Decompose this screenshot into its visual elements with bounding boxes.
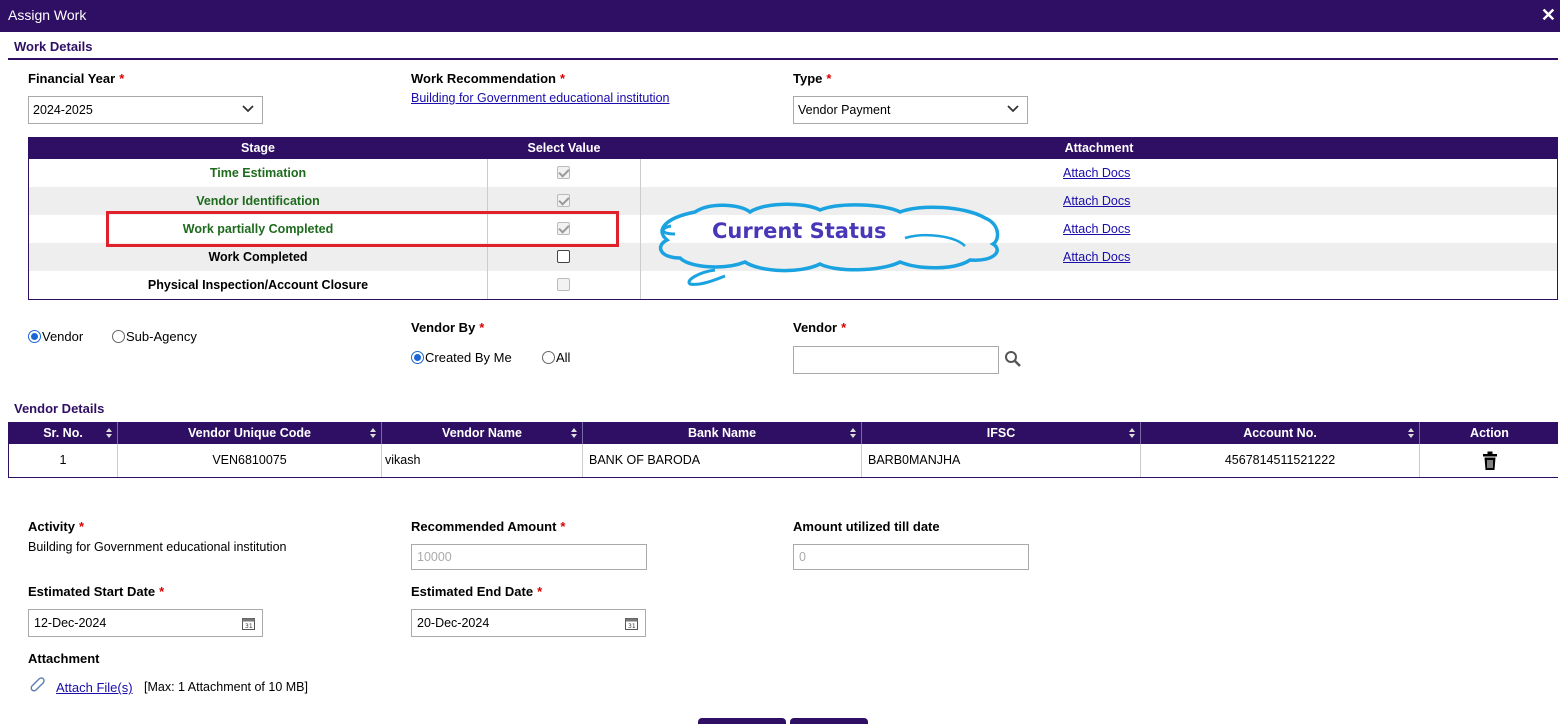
amount-utilized-label: Amount utilized till date [793, 519, 940, 534]
attach-docs-link[interactable]: Attach Docs [1063, 159, 1130, 187]
col-attachment: Attachment [1064, 141, 1134, 155]
stage-label: Time Estimation [209, 166, 307, 180]
financial-year-select[interactable]: 2024-2025 [28, 96, 263, 124]
vendor-details-title: Vendor Details [14, 401, 105, 416]
paperclip-icon [30, 677, 45, 692]
col-bank-name[interactable]: Bank Name [583, 422, 862, 444]
sort-icon [370, 428, 376, 438]
window-titlebar: Assign Work ✕ [0, 0, 1560, 32]
cell-code: VEN6810075 [118, 444, 382, 477]
col-ifsc[interactable]: IFSC [862, 422, 1141, 444]
financial-year-label: Financial Year * [28, 71, 125, 86]
sort-icon [850, 428, 856, 438]
cell-account: 4567814511521222 [1141, 444, 1420, 477]
end-date-value: 20-Dec-2024 [417, 616, 490, 630]
work-recommendation-label: Work Recommendation * [411, 71, 566, 86]
start-date-label: Estimated Start Date * [28, 584, 165, 599]
col-stage: Stage [240, 141, 276, 155]
footer-button[interactable] [790, 718, 868, 724]
cell-bank: BANK OF BARODA [583, 444, 862, 477]
stage-checkbox [557, 166, 570, 179]
vendor-label: Vendor * [793, 320, 847, 335]
vendor-table-header: Sr. No. Vendor Unique Code Vendor Name B… [9, 422, 1558, 444]
activity-label: Activity * [28, 519, 85, 534]
cloud-annotation [658, 202, 1000, 286]
sort-icon [1129, 428, 1135, 438]
radio-vendor[interactable] [28, 330, 41, 343]
sort-icon [571, 428, 577, 438]
stage-table-header: Stage Select Value Attachment [29, 138, 1557, 159]
vendor-input[interactable] [793, 346, 999, 374]
stage-row: Time Estimation Attach Docs [29, 159, 1557, 187]
section-divider [8, 58, 1558, 60]
cell-name: vikash [382, 444, 583, 477]
svg-text:31: 31 [628, 623, 636, 630]
end-date-label: Estimated End Date * [411, 584, 543, 599]
recommended-amount-input: 10000 [411, 544, 647, 570]
stage-checkbox[interactable] [557, 250, 570, 263]
attach-docs-link[interactable]: Attach Docs [1063, 215, 1130, 243]
cell-action [1420, 444, 1559, 477]
calendar-icon[interactable]: 31 [242, 617, 255, 630]
attach-docs-link[interactable]: Attach Docs [1063, 187, 1130, 215]
type-label: Type * [793, 71, 832, 86]
trash-icon[interactable] [1482, 451, 1498, 471]
amount-utilized-input: 0 [793, 544, 1029, 570]
stage-label: Physical Inspection/Account Closure [147, 278, 369, 292]
start-date-value: 12-Dec-2024 [34, 616, 107, 630]
annotation-text: Current Status [712, 219, 887, 243]
search-icon[interactable] [1004, 350, 1022, 368]
radio-all[interactable] [542, 351, 555, 364]
col-sr-no[interactable]: Sr. No. [9, 422, 118, 444]
stage-checkbox [557, 278, 570, 291]
sort-icon [106, 428, 112, 438]
window-title: Assign Work [8, 7, 87, 23]
col-vendor-name[interactable]: Vendor Name [382, 422, 583, 444]
calendar-icon[interactable]: 31 [625, 617, 638, 630]
col-select-value: Select Value [527, 141, 601, 155]
cell-ifsc: BARB0MANJHA [862, 444, 1141, 477]
cell-sr: 1 [9, 444, 118, 477]
svg-text:31: 31 [245, 623, 253, 630]
type-select[interactable]: Vendor Payment [793, 96, 1028, 124]
radio-created-by-me[interactable] [411, 351, 424, 364]
work-recommendation-link[interactable]: Building for Government educational inst… [411, 91, 669, 105]
attachment-label: Attachment [28, 651, 100, 666]
col-vendor-code[interactable]: Vendor Unique Code [118, 422, 382, 444]
activity-value: Building for Government educational inst… [28, 540, 287, 554]
chevron-down-icon [242, 105, 254, 113]
chevron-down-icon [1007, 105, 1019, 113]
financial-year-value: 2024-2025 [33, 103, 93, 117]
stage-label: Work Completed [208, 250, 308, 264]
radio-sub-agency-label: Sub-Agency [126, 329, 197, 344]
work-details-title: Work Details [14, 39, 93, 54]
recommended-amount-label: Recommended Amount * [411, 519, 566, 534]
vendor-by-label: Vendor By * [411, 320, 485, 335]
footer-button[interactable] [698, 718, 786, 724]
end-date-input[interactable]: 20-Dec-2024 31 [411, 609, 646, 637]
attachment-note: [Max: 1 Attachment of 10 MB] [144, 680, 308, 694]
close-icon[interactable]: ✕ [1541, 0, 1556, 30]
current-stage-highlight [106, 211, 619, 247]
stage-checkbox [557, 194, 570, 207]
attach-docs-link[interactable]: Attach Docs [1063, 243, 1130, 271]
radio-created-by-me-label: Created By Me [425, 350, 512, 365]
sort-icon [1408, 428, 1414, 438]
type-value: Vendor Payment [798, 103, 891, 117]
attach-files-link[interactable]: Attach File(s) [56, 680, 133, 695]
vendor-table: Sr. No. Vendor Unique Code Vendor Name B… [8, 422, 1558, 478]
start-date-input[interactable]: 12-Dec-2024 31 [28, 609, 263, 637]
col-action: Action [1470, 426, 1509, 440]
radio-all-label: All [556, 350, 571, 365]
column-divider [640, 159, 641, 299]
col-account-no[interactable]: Account No. [1141, 422, 1420, 444]
radio-vendor-label: Vendor [42, 329, 84, 344]
radio-sub-agency[interactable] [112, 330, 125, 343]
